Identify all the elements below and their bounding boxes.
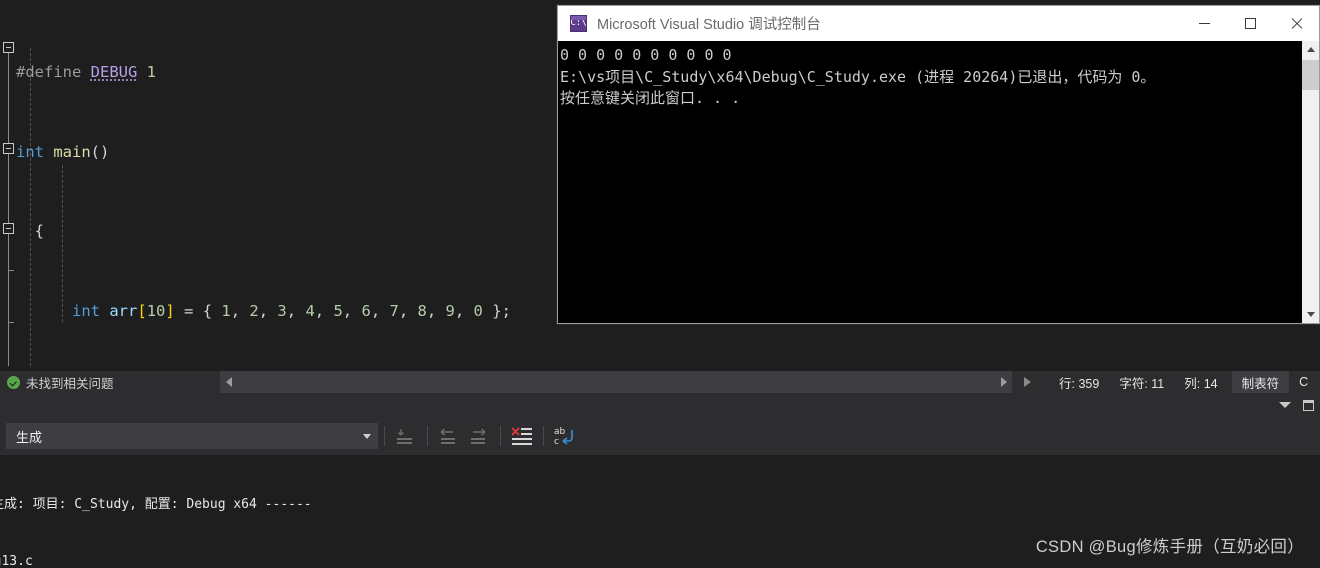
maximize-button[interactable]	[1227, 6, 1273, 41]
window-controls	[1181, 6, 1319, 41]
close-button[interactable]	[1273, 6, 1319, 41]
run-indicator-icon	[1024, 377, 1031, 387]
status-extra[interactable]: C	[1289, 371, 1318, 393]
scroll-down-icon[interactable]	[1302, 306, 1319, 323]
console-output[interactable]: 0 0 0 0 0 0 0 0 0 0 E:\vs项目\C_Study\x64\D…	[558, 41, 1302, 323]
debug-console-window[interactable]: C:\ Microsoft Visual Studio 调试控制台 0 0 0 …	[557, 5, 1320, 324]
console-app-icon: C:\	[570, 15, 587, 32]
status-tab-mode[interactable]: 制表符	[1231, 371, 1290, 393]
chevron-down-icon[interactable]	[1279, 402, 1291, 408]
console-title-text: Microsoft Visual Studio 调试控制台	[597, 17, 821, 33]
check-circle-icon	[7, 375, 20, 389]
status-line: 行: 359	[1059, 376, 1100, 391]
minimize-button[interactable]	[1181, 6, 1227, 41]
console-line: E:\vs项目\C_Study\x64\Debug\C_Study.exe (进…	[560, 67, 1156, 86]
console-line: 0 0 0 0 0 0 0 0 0 0	[560, 46, 732, 64]
status-bar-right: 行: 359 字符: 11 列: 14 制表符 C	[1012, 371, 1320, 393]
clear-all-icon[interactable]	[507, 422, 537, 450]
output-source-label: 生成	[16, 429, 43, 445]
watermark: CSDN @Bug修炼手册（互奶必回）	[1035, 538, 1304, 556]
output-panel-header	[0, 393, 1320, 417]
console-line: 按任意键关闭此窗口. . .	[560, 89, 741, 107]
status-char: 字符: 11	[1119, 376, 1165, 391]
editor-horizontal-scrollbar[interactable]	[220, 371, 1012, 393]
toolbar-separator	[384, 426, 385, 446]
output-line: 动生成: 项目: C_Study, 配置: Debug x64 ------	[0, 497, 312, 512]
scroll-right-icon[interactable]	[995, 371, 1012, 393]
toolbar-separator	[427, 426, 428, 446]
output-panel: 生成 ab c 动生成: 项目: C_Study, 配置: Debug x64 …	[0, 393, 1320, 568]
scrollbar-thumb[interactable]	[1302, 60, 1319, 90]
svg-text:ab: ab	[554, 427, 566, 437]
output-source-select[interactable]: 生成	[6, 423, 378, 449]
scroll-left-icon[interactable]	[220, 371, 237, 393]
panel-window-icon[interactable]	[1303, 399, 1314, 411]
previous-message-icon[interactable]	[434, 422, 464, 450]
problems-label: 未找到相关问题	[26, 376, 114, 391]
toolbar-separator	[543, 426, 544, 446]
svg-text:c: c	[554, 437, 559, 447]
console-title-bar[interactable]: C:\ Microsoft Visual Studio 调试控制台	[558, 6, 1319, 41]
status-col: 列: 14	[1184, 376, 1218, 391]
toolbar-separator	[500, 426, 501, 446]
problems-status[interactable]: 未找到相关问题	[0, 371, 220, 393]
editor-status-row: 未找到相关问题 行: 359 字符: 11 列: 14 制表符 C	[0, 371, 1320, 393]
next-message-icon[interactable]	[464, 422, 494, 450]
vs-window: #define DEBUG 1 int main() { int arr[10]…	[0, 0, 1320, 568]
chevron-down-icon[interactable]	[363, 433, 371, 439]
console-scrollbar[interactable]	[1302, 41, 1319, 323]
go-to-message-icon[interactable]	[391, 422, 421, 450]
output-toolbar: 生成 ab c	[0, 417, 1320, 455]
toggle-word-wrap-icon[interactable]: ab c	[550, 422, 580, 450]
scroll-up-icon[interactable]	[1302, 41, 1319, 58]
